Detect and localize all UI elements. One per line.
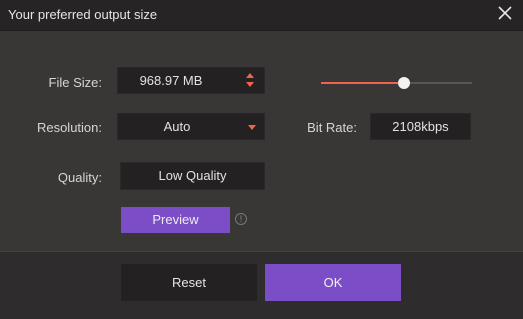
resolution-dropdown[interactable]: Auto <box>117 113 265 140</box>
quality-label: Quality: <box>57 170 102 185</box>
stepper-down-icon[interactable] <box>246 82 254 87</box>
bit-rate-field: 2108kbps <box>370 113 471 140</box>
output-size-dialog: Your preferred output size File Size: 96… <box>0 0 523 319</box>
dialog-footer <box>0 251 523 319</box>
bit-rate-label: Bit Rate: <box>307 120 357 135</box>
resolution-value: Auto <box>163 119 191 134</box>
file-size-label: File Size: <box>48 75 102 90</box>
dialog-title: Your preferred output size <box>8 7 158 22</box>
ok-button[interactable]: OK <box>265 264 401 301</box>
dropdown-caret-icon[interactable] <box>248 125 256 130</box>
slider-thumb[interactable] <box>398 77 410 89</box>
resolution-label: Resolution: <box>36 120 102 135</box>
info-icon[interactable]: ! <box>235 213 247 225</box>
reset-button[interactable]: Reset <box>121 264 257 301</box>
stepper-up-icon[interactable] <box>246 73 254 78</box>
bit-rate-value: 2108kbps <box>392 119 449 134</box>
preview-button[interactable]: Preview <box>121 207 230 233</box>
slider-fill <box>321 82 404 84</box>
quality-value: Low Quality <box>158 168 227 183</box>
file-size-value: 968.97 MB <box>139 73 203 88</box>
file-size-slider[interactable] <box>321 77 472 89</box>
title-bar: Your preferred output size <box>0 0 523 31</box>
close-icon[interactable] <box>496 4 514 22</box>
quality-field[interactable]: Low Quality <box>120 162 265 190</box>
file-size-input[interactable]: 968.97 MB <box>117 67 265 94</box>
settings-panel <box>0 31 523 251</box>
